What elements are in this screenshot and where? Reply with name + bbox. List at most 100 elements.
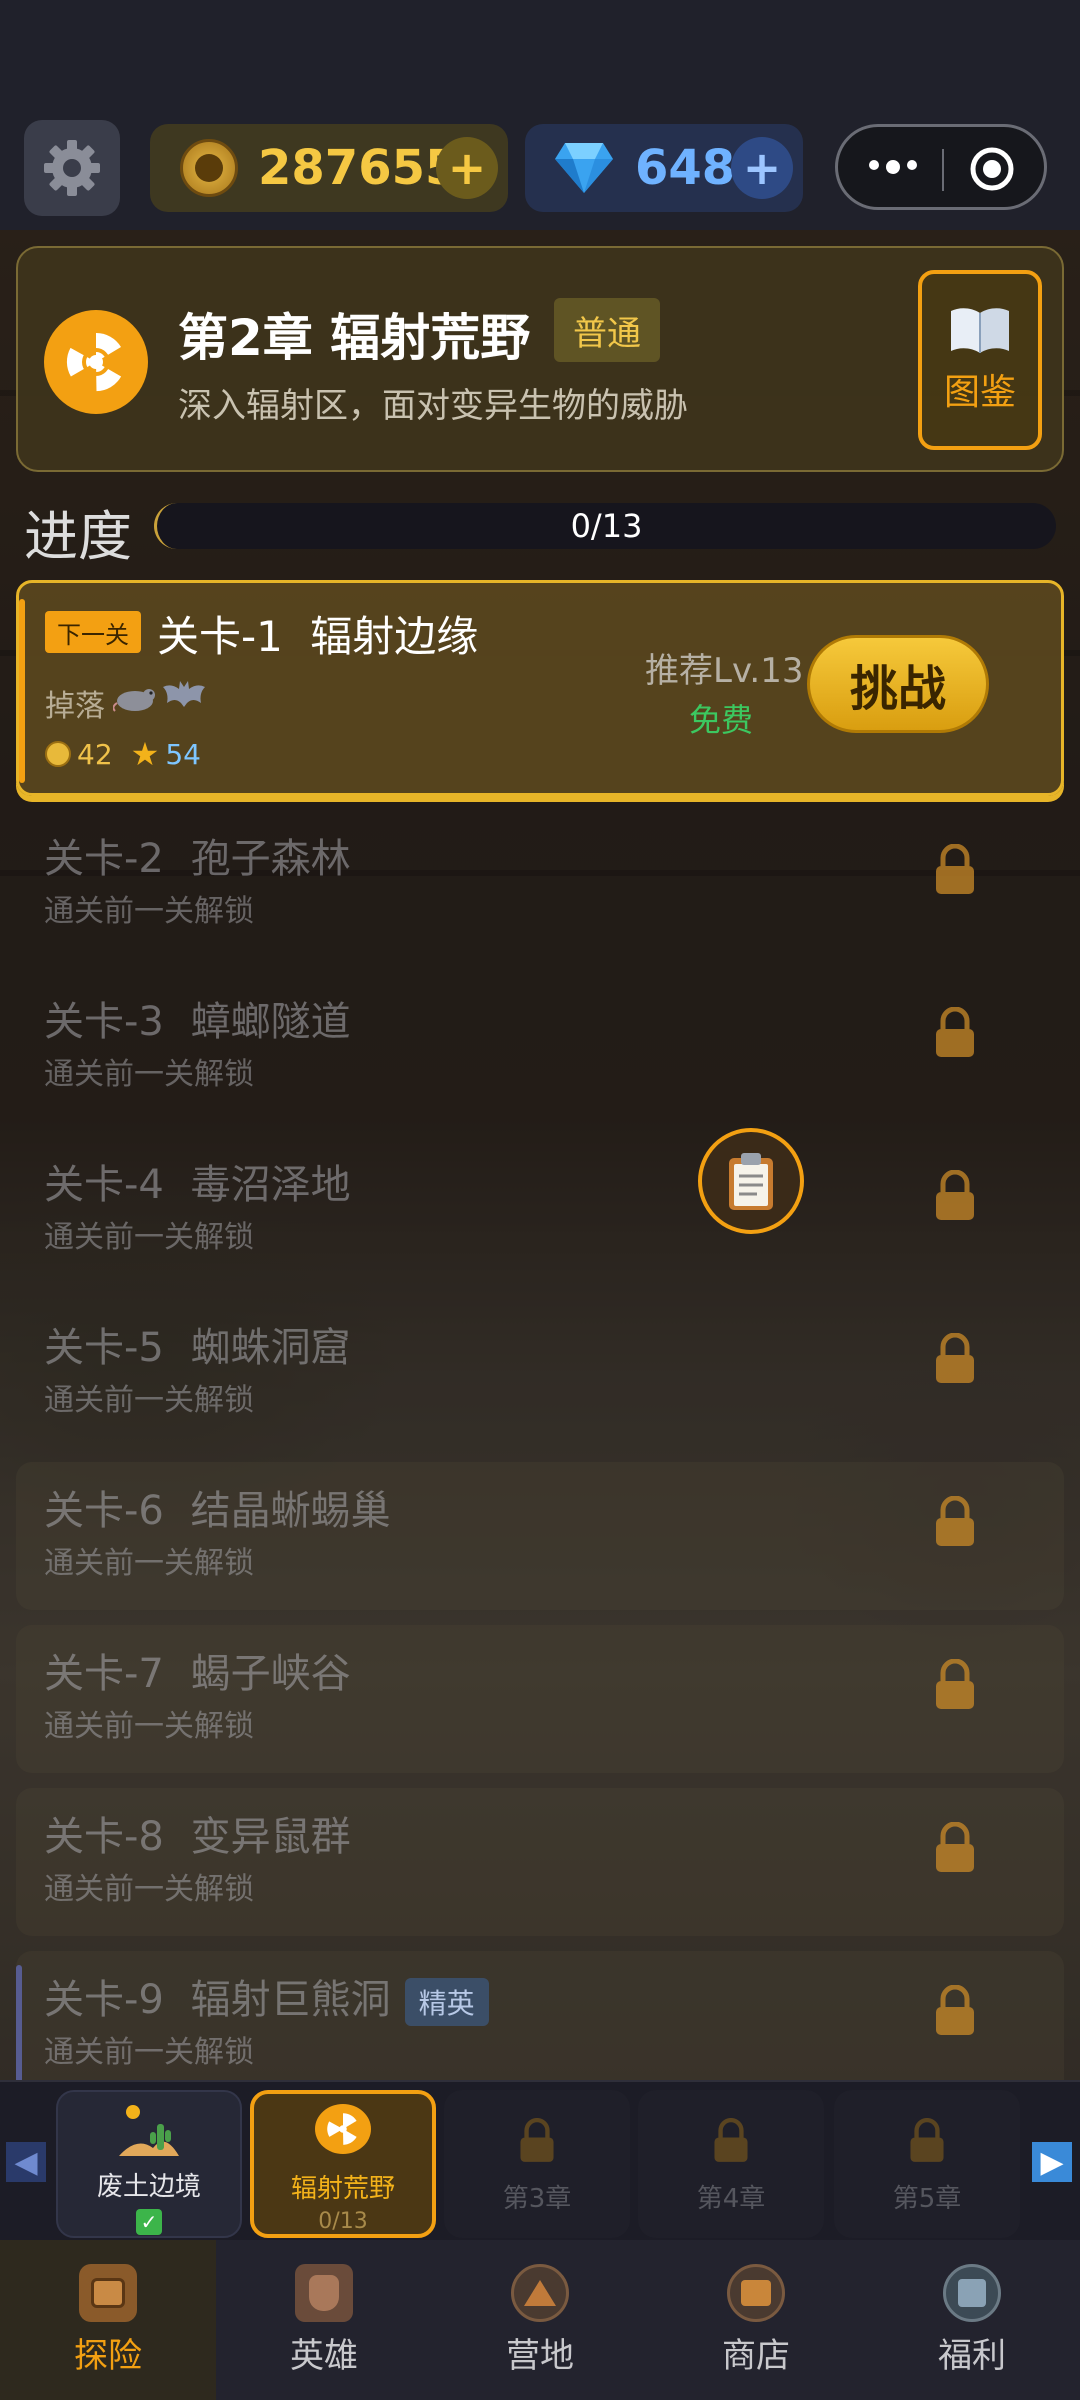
chapter-tab-5[interactable]: 第5章 [834,2090,1020,2238]
chapter-tab-1[interactable]: 废土边境 ✓ [56,2090,242,2246]
codex-label: 图鉴 [943,372,1016,413]
more-options-button[interactable] [858,145,928,189]
stage-row-locked[interactable]: 关卡-4 毒沼泽地通关前一关解锁 [16,1136,1064,1284]
desert-icon [119,2105,179,2156]
challenge-button[interactable]: 挑战 [807,635,989,733]
stage-name-text: 关卡-3 蟑螂隧道 [44,999,351,1045]
radiation-icon [44,310,148,414]
chapter-tab-2[interactable]: 辐射荒野 0/13 [250,2090,436,2238]
chapter-description: 深入辐射区，面对变异生物的威胁 [178,386,688,426]
accent-stripe [19,599,25,783]
unlock-hint: 通关前一关解锁 [44,894,254,929]
nav-heroes[interactable]: 英雄 [216,2240,432,2400]
nav-camp[interactable]: 营地 [432,2240,648,2400]
check-icon: ✓ [136,2209,162,2235]
stage-name-text: 关卡-9 辐射巨熊洞 [44,1977,391,2023]
coin-icon [180,139,238,197]
add-coins-button[interactable]: + [436,137,498,199]
lock-icon [932,1658,978,1715]
progress-value: 0/13 [570,507,643,545]
drop-label: 掉落 [45,689,105,724]
nav-label: 福利 [938,2335,1006,2376]
stage-row-locked[interactable]: 关卡-6 结晶蜥蜴巢通关前一关解锁 [16,1462,1064,1610]
coin-counter: 287655 + [150,124,508,212]
difficulty-badge: 普通 [554,298,660,362]
lock-icon [932,1332,978,1389]
unlock-hint: 通关前一关解锁 [44,1220,254,1255]
nav-label: 营地 [506,2335,574,2376]
chapter-next-button[interactable]: ▶ [1032,2142,1072,2182]
stage-row-locked[interactable]: 关卡-9 辐射巨熊洞 精英通关前一关解锁 [16,1951,1064,2099]
stage-name: 关卡-6 结晶蜥蜴巢 [44,1478,391,1536]
stage-name: 关卡-9 辐射巨熊洞 精英 [44,1967,489,2026]
nav-explore[interactable]: 探险 [0,2240,216,2400]
unlock-hint: 通关前一关解锁 [44,2035,254,2070]
chapter-tab-3[interactable]: 第3章 [444,2090,630,2238]
close-miniprogram-button[interactable] [968,145,1016,193]
chapter-tab-4[interactable]: 第4章 [638,2090,824,2238]
stage-name-text: 关卡-5 蜘蛛洞窟 [44,1325,351,1371]
nav-shop[interactable]: 商店 [648,2240,864,2400]
stage-name: 关卡-8 变异鼠群 [44,1804,351,1862]
elite-badge: 精英 [404,1978,489,2026]
hero-icon [295,2263,353,2322]
reward-line: 42 ★ 54 [45,735,201,773]
lock-icon [932,1821,978,1878]
stage-name: 关卡-7 蝎子峡谷 [44,1641,351,1699]
stage-row-locked[interactable]: 关卡-5 蜘蛛洞窟通关前一关解锁 [16,1299,1064,1447]
unlock-hint: 通关前一关解锁 [44,1546,254,1581]
gift-icon [943,2263,1001,2322]
backpack-icon [79,2263,137,2322]
lock-icon [932,1495,978,1552]
stage-card-current[interactable]: 下一关 关卡-1 辐射边缘 掉落 42 ★ 54 推荐Lv.13 免费 挑战 [16,580,1064,796]
chapter-prev-button[interactable]: ◀ [6,2142,46,2182]
diamond-icon [555,143,613,193]
settings-button[interactable] [24,120,120,216]
chapter-tab-label: 废土边境 [96,2172,201,2202]
lock-icon [932,1169,978,1226]
stage-row-locked[interactable]: 关卡-8 变异鼠群通关前一关解锁 [16,1788,1064,1936]
gem-counter: 648 + [525,124,803,212]
rat-icon [112,679,159,717]
stage-name-text: 关卡-6 结晶蜥蜴巢 [44,1488,391,1534]
unlock-hint: 通关前一关解锁 [44,1872,254,1907]
stage-name: 关卡-2 孢子森林 [44,826,351,884]
chapter-card: 第2章 辐射荒野 普通 深入辐射区，面对变异生物的威胁 图鉴 [16,246,1064,472]
codex-button[interactable]: 图鉴 [918,270,1042,450]
stage-row-locked[interactable]: 关卡-3 蟑螂隧道 通关前一关解锁 [16,973,1064,1121]
unlock-hint: 通关前一关解锁 [44,1709,254,1744]
bottom-nav: 探险 英雄 营地 商店 福利 [0,2240,1080,2400]
star-icon: ★ [130,735,160,773]
coin-reward: 42 [77,737,113,771]
nav-label: 探险 [74,2335,142,2376]
stage-row-locked[interactable]: 关卡-2 孢子森林通关前一关解锁 [16,810,1064,958]
chapter-title: 第2章 辐射荒野 [178,309,531,367]
stage-cost: 免费 [689,701,754,739]
stage-name: 关卡-1 辐射边缘 [157,612,479,661]
capsule-divider [942,149,944,191]
camp-icon [511,2263,569,2322]
stage-name: 关卡-4 毒沼泽地 [44,1152,351,1210]
shop-icon [727,2263,785,2322]
progress-bar: 0/13 [154,503,1056,549]
progress-label: 进度 [24,505,132,568]
next-stage-tag: 下一关 [45,611,141,653]
chapter-tab-label: 第3章 [502,2184,572,2214]
lock-icon [932,843,978,900]
coin-amount: 287655 [258,140,459,196]
target-icon [970,147,1014,191]
stage-name-text: 关卡-7 蝎子峡谷 [44,1651,351,1697]
add-gems-button[interactable]: + [731,137,793,199]
task-button[interactable] [698,1128,804,1234]
unlock-hint: 通关前一关解锁 [44,1383,254,1418]
nav-label: 商店 [722,2335,790,2376]
stage-name-text: 关卡-4 毒沼泽地 [44,1162,351,1208]
nav-welfare[interactable]: 福利 [864,2240,1080,2400]
top-bar: 287655 + 648 + [0,0,1080,230]
lock-icon [711,2118,751,2168]
radiation-icon [315,2104,371,2154]
gem-amount: 648 [635,140,736,196]
chapter-tab-label: 辐射荒野 [290,2174,395,2204]
stage-row-locked[interactable]: 关卡-7 蝎子峡谷通关前一关解锁 [16,1625,1064,1773]
miniprogram-capsule [835,124,1047,210]
